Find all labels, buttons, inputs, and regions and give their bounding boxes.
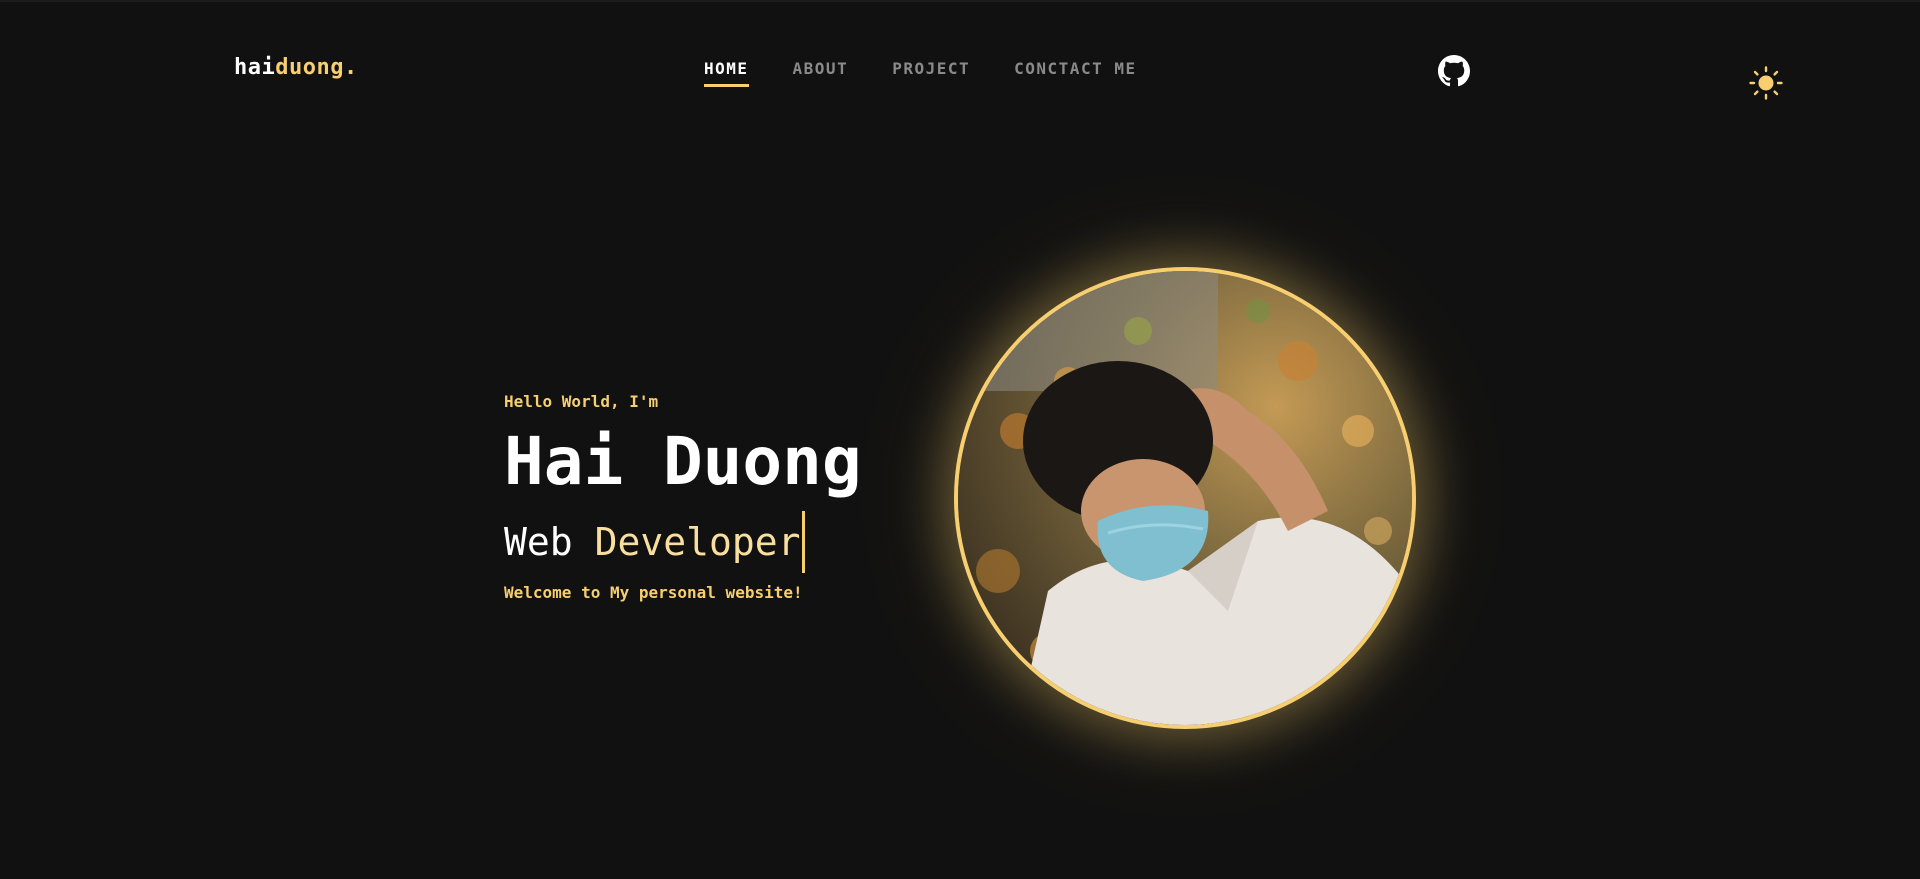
avatar xyxy=(954,267,1416,729)
site-logo[interactable]: haiduong. xyxy=(234,55,358,80)
hero-greeting: Hello World, I'm xyxy=(504,392,659,411)
logo-accent: duong. xyxy=(275,55,358,80)
nav-about[interactable]: ABOUT xyxy=(793,59,849,78)
hero-role: Web Developer xyxy=(504,511,862,573)
sun-icon xyxy=(1749,66,1783,100)
hero-welcome: Welcome to My personal website! xyxy=(504,583,803,602)
theme-toggle-button[interactable] xyxy=(1749,66,1783,100)
nav-home[interactable]: HOME xyxy=(704,59,749,87)
logo-primary: hai xyxy=(234,55,276,80)
main-nav: HOME ABOUT PROJECT CONCTACT ME xyxy=(704,59,1137,87)
role-prefix: Web xyxy=(504,520,573,564)
page: haiduong. HOME ABOUT PROJECT CONCTACT ME xyxy=(0,0,1920,879)
hero-name: Hai Duong xyxy=(504,423,862,500)
hero-text: Hello World, I'm Hai Duong Web Developer … xyxy=(504,392,862,602)
github-icon[interactable] xyxy=(1438,55,1470,87)
nav-contact[interactable]: CONCTACT ME xyxy=(1014,59,1136,78)
nav-project[interactable]: PROJECT xyxy=(892,59,970,78)
role-typed: Developer xyxy=(594,520,801,564)
typing-cursor xyxy=(801,511,805,573)
avatar-photo xyxy=(958,271,1412,725)
